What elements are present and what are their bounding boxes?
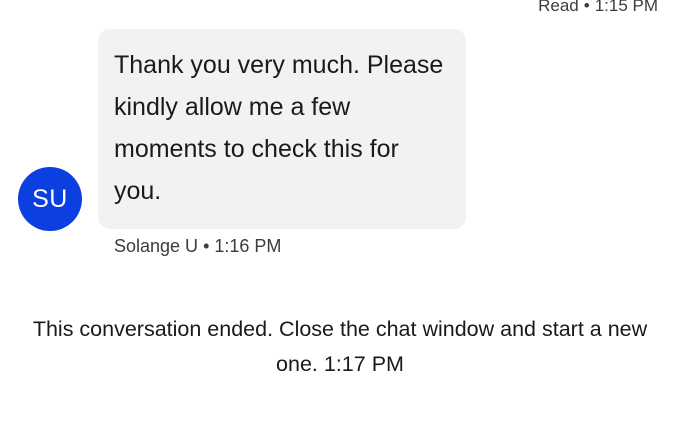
- previous-message-status: Read • 1:15 PM: [538, 0, 658, 16]
- previous-message-time: 1:15 PM: [594, 0, 658, 15]
- agent-message-text: Thank you very much. Please kindly allow…: [114, 51, 444, 205]
- meta-separator: •: [203, 236, 210, 256]
- agent-message-time: 1:16 PM: [214, 236, 282, 256]
- agent-message-bubble: Thank you very much. Please kindly allow…: [98, 29, 466, 229]
- meta-separator: •: [583, 0, 590, 15]
- system-message-time: 1:17 PM: [323, 352, 404, 376]
- sender-name: Solange U: [114, 236, 199, 256]
- system-message-wrap: This conversation ended. Close the chat …: [15, 312, 665, 382]
- chat-transcript: Read • 1:15 PM SU Thank you very much. Ple…: [0, 0, 680, 430]
- avatar-initials: SU: [32, 185, 68, 213]
- read-receipt-label: Read: [538, 0, 579, 15]
- agent-message-meta: Solange U • 1:16 PM: [114, 236, 281, 257]
- conversation-ended-notice: This conversation ended. Close the chat …: [0, 312, 680, 382]
- agent-avatar: SU: [18, 167, 82, 231]
